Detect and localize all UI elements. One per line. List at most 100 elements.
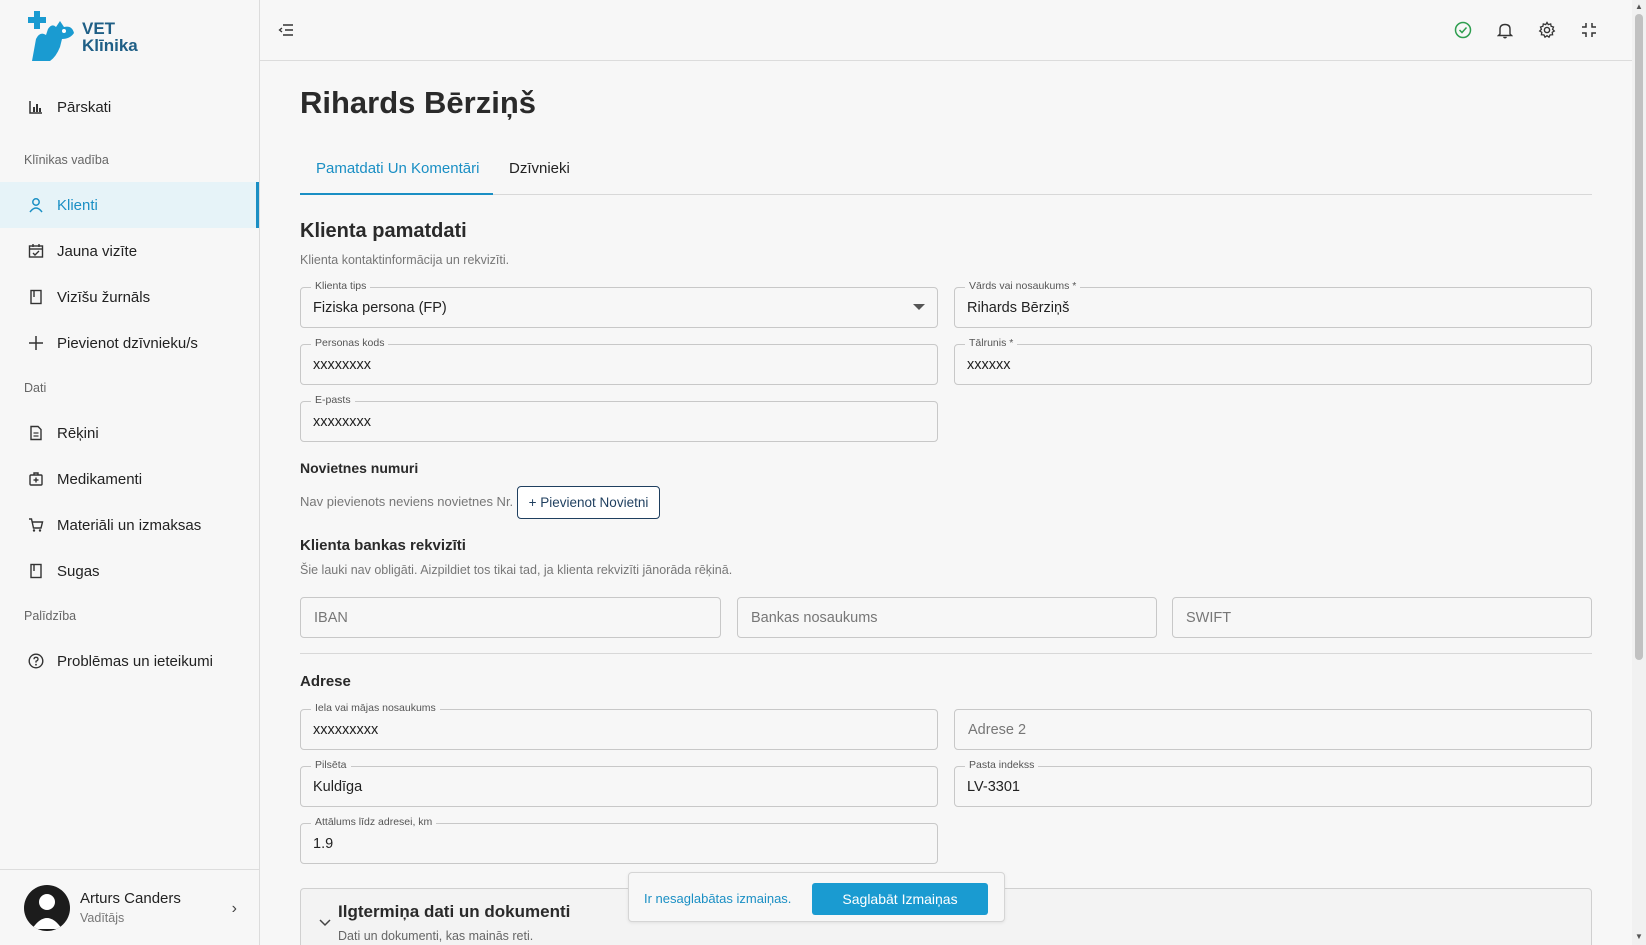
- bank-subtitle: Šie lauki nav obligāti. Aizpildiet tos t…: [300, 563, 733, 577]
- field-label: Attālums līdz adresei, km: [311, 816, 437, 828]
- user-name: Arturs Canders: [80, 890, 181, 907]
- sidebar-item-new-visit[interactable]: Jauna vizīte: [0, 228, 259, 274]
- tabs: Pamatdati Un Komentāri Dzīvnieki: [300, 61, 1592, 195]
- address2-field[interactable]: Adrese 2: [954, 709, 1592, 750]
- person-silhouette-icon: [32, 893, 62, 929]
- tabs-divider: [300, 194, 1592, 195]
- add-stall-button[interactable]: + Pievienot Novietni: [517, 486, 660, 519]
- sidebar-item-feedback[interactable]: Problēmas un ieteikumi: [0, 638, 259, 684]
- field-label: E-pasts: [311, 394, 355, 406]
- client-basic-title: Klienta pamatdati: [300, 220, 467, 242]
- field-label: Iela vai mājas nosaukums: [311, 702, 440, 714]
- field-label: Personas kods: [311, 337, 389, 349]
- field-value: LV-3301: [967, 779, 1020, 795]
- chevron-down-icon: [319, 915, 331, 930]
- field-value: Kuldīga: [313, 779, 363, 795]
- top-bar: [260, 0, 1632, 61]
- vet-paw-logo-icon: [28, 11, 74, 61]
- sidebar: VET Klīnika Pārskati Klīnikas vadība Kli…: [0, 0, 260, 945]
- field-value: Rihards Bērziņš: [967, 300, 1070, 316]
- address-title: Adrese: [300, 673, 351, 690]
- chevron-right-icon: ›: [231, 900, 237, 917]
- nav-section-help: Palīdzība: [24, 609, 77, 623]
- fullscreen-exit-icon[interactable]: [1579, 20, 1599, 40]
- personal-code-field[interactable]: Personas kods xxxxxxxx: [300, 337, 938, 385]
- field-label: Klienta tips: [311, 280, 371, 292]
- field-value: xxxxxxxxx: [313, 722, 379, 738]
- user-role: Vadītājs: [80, 911, 125, 925]
- sidebar-item-materials[interactable]: Materiāli un izmaksas: [0, 502, 259, 548]
- city-field[interactable]: Pilsēta Kuldīga: [300, 759, 938, 807]
- stall-numbers-title: Novietnes numuri: [300, 460, 419, 476]
- distance-field[interactable]: Attālums līdz adresei, km 1.9: [300, 816, 938, 864]
- unsaved-message: Ir nesaglabātas izmaiņas.: [644, 891, 792, 906]
- gear-icon[interactable]: [1537, 20, 1557, 40]
- sidebar-item-label: Pievienot dzīvnieku/s: [57, 334, 198, 352]
- bank-title: Klienta bankas rekvizīti: [300, 537, 466, 554]
- status-ok-icon[interactable]: [1453, 20, 1473, 40]
- dropdown-arrow-icon: [913, 304, 925, 310]
- tab-basic-info[interactable]: Pamatdati Un Komentāri: [316, 160, 479, 177]
- plus-icon: [27, 334, 45, 352]
- street-field[interactable]: Iela vai mājas nosaukums xxxxxxxxx: [300, 702, 938, 750]
- field-label: Tālrunis *: [965, 337, 1018, 349]
- sidebar-item-label: Problēmas un ieteikumi: [57, 652, 213, 670]
- client-name-field[interactable]: Vārds vai nosaukums * Rihards Bērziņš: [954, 280, 1592, 328]
- medical-bag-icon: [27, 470, 45, 488]
- sidebar-item-label: Pārskati: [57, 98, 112, 116]
- phone-field[interactable]: Tālrunis * xxxxxx: [954, 337, 1592, 385]
- calendar-check-icon: [27, 242, 45, 260]
- field-label: Pilsēta: [311, 759, 351, 771]
- clinic-logo[interactable]: VET Klīnika: [26, 10, 156, 64]
- sidebar-item-label: Medikamenti: [57, 470, 143, 488]
- iban-field[interactable]: IBAN: [300, 597, 721, 638]
- field-value: xxxxxxxx: [313, 357, 371, 373]
- field-placeholder: Adrese 2: [968, 722, 1027, 738]
- user-icon: [27, 196, 45, 214]
- postal-code-field[interactable]: Pasta indekss LV-3301: [954, 759, 1592, 807]
- scroll-thumb[interactable]: [1635, 14, 1643, 660]
- sidebar-item-species[interactable]: Sugas: [0, 548, 259, 594]
- sidebar-item-label: Materiāli un izmaksas: [57, 516, 202, 534]
- field-label: Pasta indekss: [965, 759, 1039, 771]
- file-text-icon: [27, 424, 45, 442]
- field-value: xxxxxx: [967, 357, 1011, 373]
- field-value: Fiziska persona (FP): [313, 300, 447, 316]
- bell-icon[interactable]: [1495, 20, 1515, 40]
- email-field[interactable]: E-pasts xxxxxxxx: [300, 394, 938, 442]
- unsaved-changes-bar: Ir nesaglabātas izmaiņas. Saglabāt Izmai…: [628, 872, 1005, 922]
- stall-empty-note: Nav pievienots neviens novietnes Nr.: [300, 494, 514, 509]
- scroll-down-icon[interactable]: ▼: [1635, 932, 1643, 941]
- sidebar-item-label: Sugas: [57, 562, 100, 580]
- active-tab-indicator: [300, 193, 493, 195]
- swift-field[interactable]: SWIFT: [1172, 597, 1592, 638]
- long-term-subtitle: Dati un dokumenti, kas mainās reti.: [338, 929, 534, 943]
- field-label: Vārds vai nosaukums *: [965, 280, 1081, 292]
- bank-name-field[interactable]: Bankas nosaukums: [737, 597, 1157, 638]
- book-icon: [27, 562, 45, 580]
- long-term-title: Ilgtermiņa dati un dokumenti: [338, 902, 571, 921]
- page-scrollbar[interactable]: ▲ ▼: [1632, 0, 1646, 945]
- sidebar-item-medications[interactable]: Medikamenti: [0, 456, 259, 502]
- sidebar-item-add-animal[interactable]: Pievienot dzīvnieku/s: [0, 320, 259, 366]
- sidebar-item-reports[interactable]: Pārskati: [0, 84, 259, 130]
- field-placeholder: Bankas nosaukums: [751, 610, 878, 626]
- field-placeholder: SWIFT: [1186, 610, 1232, 626]
- field-placeholder: IBAN: [314, 610, 348, 626]
- nav-section-data: Dati: [24, 381, 47, 395]
- sidebar-item-visit-log[interactable]: Vizīšu žurnāls: [0, 274, 259, 320]
- sidebar-item-invoices[interactable]: Rēķini: [0, 410, 259, 456]
- book-icon: [27, 288, 45, 306]
- field-value: 1.9: [313, 836, 334, 852]
- bar-chart-icon: [27, 98, 45, 116]
- client-type-select[interactable]: Klienta tips Fiziska persona (FP): [300, 280, 938, 328]
- save-changes-button[interactable]: Saglabāt Izmaiņas: [812, 883, 988, 915]
- sidebar-item-clients[interactable]: Klienti: [0, 182, 259, 228]
- scroll-up-icon[interactable]: ▲: [1635, 2, 1643, 11]
- user-profile[interactable]: Arturs Canders Vadītājs ›: [0, 869, 259, 945]
- field-value: xxxxxxxx: [313, 414, 371, 430]
- menu-collapse-icon[interactable]: [276, 20, 296, 40]
- section-divider: [300, 653, 1592, 654]
- tab-animals[interactable]: Dzīvnieki: [509, 160, 570, 177]
- sidebar-item-label: Rēķini: [57, 424, 99, 442]
